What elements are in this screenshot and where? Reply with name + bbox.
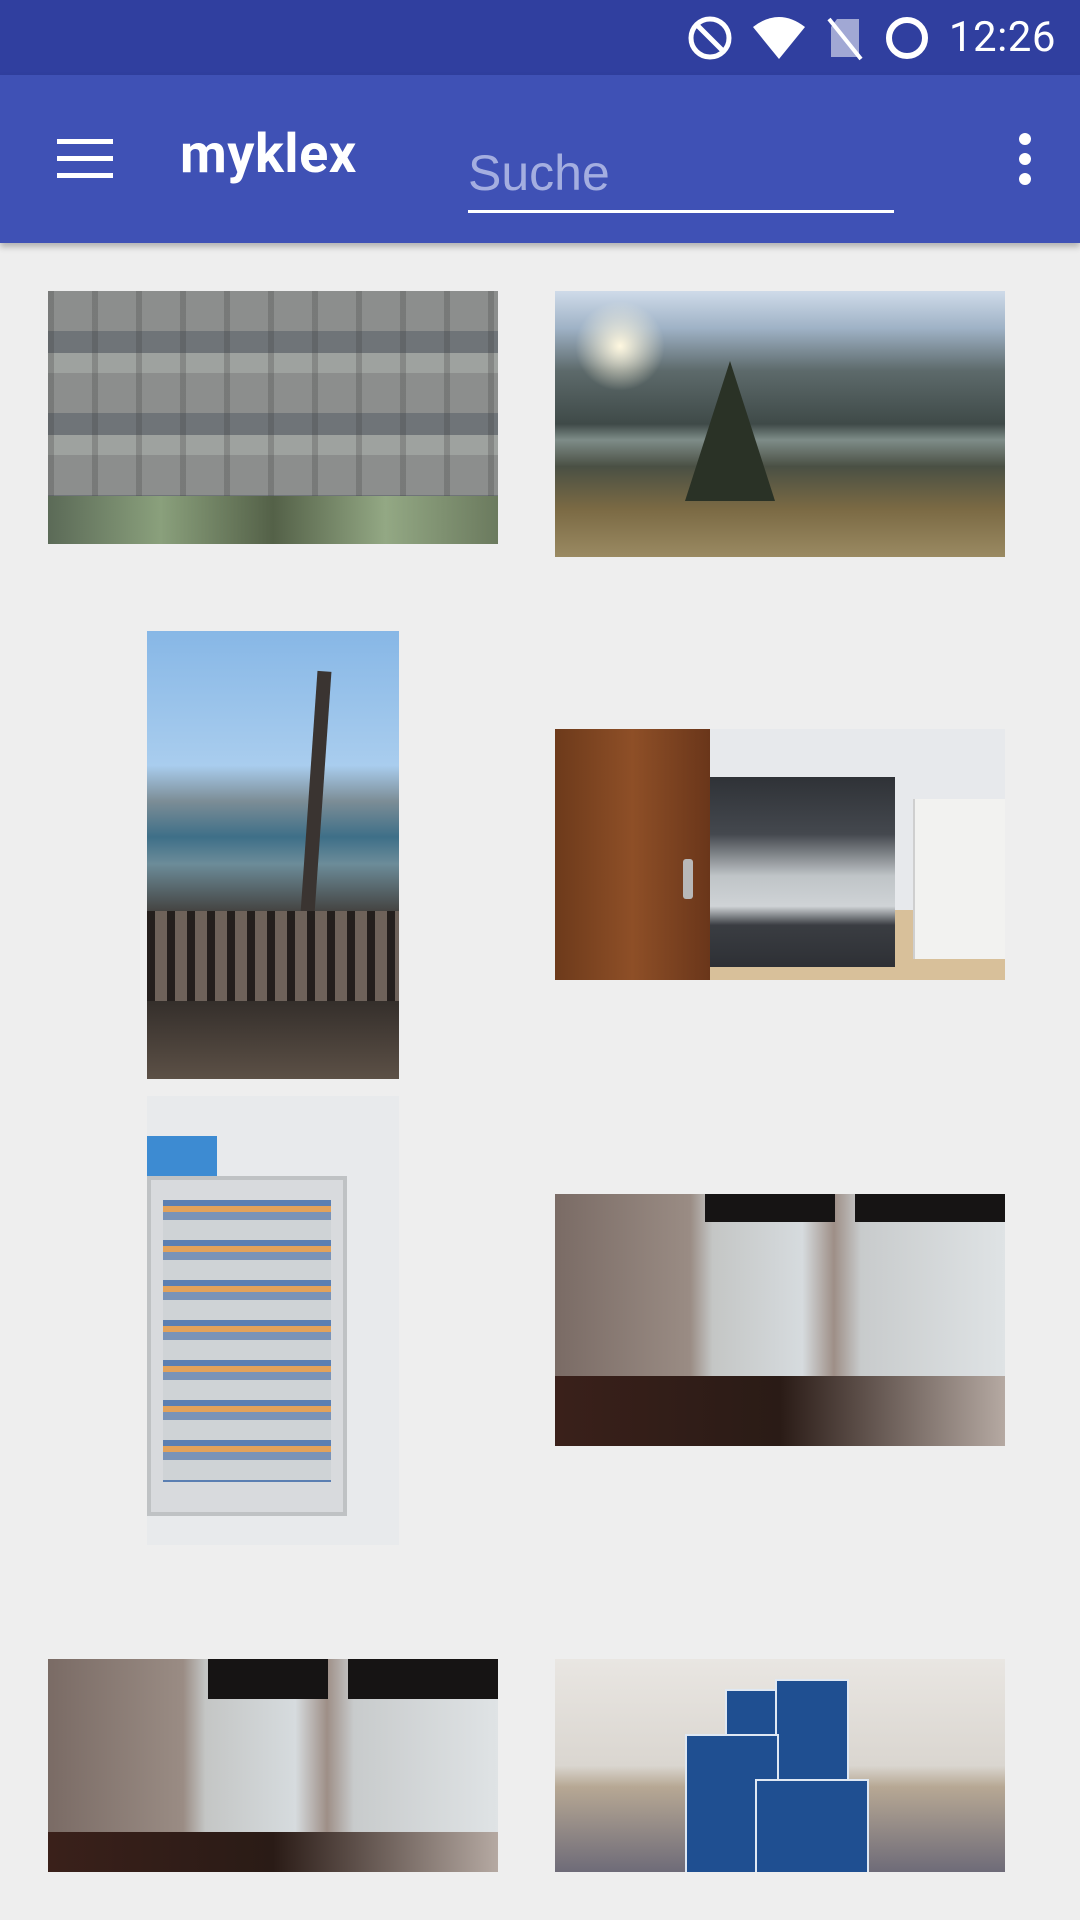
app-title: myklex [180,123,357,186]
photo-detail [685,361,775,501]
photo-thumbnail-printer[interactable] [555,729,1005,980]
status-icons: 12:26 [687,0,1056,75]
search-input[interactable] [468,135,894,213]
photo-detail [710,777,895,967]
photo-detail [683,859,693,899]
wifi-icon [752,16,805,59]
app-toolbar: myklex [0,75,1080,243]
photo-detail [855,1194,1005,1222]
photo-detail [147,1176,347,1516]
hamburger-menu-icon [57,139,113,178]
photo-detail [705,1194,835,1222]
photo-detail [147,911,399,1001]
photo-thumbnail-building-facade[interactable] [48,291,498,544]
status-bar: 12:26 [0,0,1080,75]
more-vertical-icon [1019,133,1031,185]
photo-thumbnail-lake-pier[interactable] [147,631,399,1079]
status-time: 12:26 [948,13,1056,62]
photo-thumbnail-boxes-on-desk[interactable] [555,1659,1005,1872]
photo-detail [348,1659,498,1699]
photo-detail [755,1779,869,1872]
photo-detail [913,799,1005,959]
photo-thumbnail-office-windows[interactable] [555,1194,1005,1446]
photo-thumbnail-network-cabinet[interactable] [147,1096,399,1545]
search-box [468,135,894,219]
menu-button[interactable] [40,119,130,199]
no-sim-icon [827,17,863,60]
photo-detail [575,301,665,391]
photo-detail [555,729,710,980]
sync-icon [885,16,928,59]
do-not-disturb-icon [688,16,732,59]
photo-detail [48,1832,498,1872]
photo-detail [208,1659,328,1699]
photo-detail [555,1376,1005,1446]
photo-thumbnail-mountain-lake[interactable] [555,291,1005,557]
photo-detail [48,496,498,544]
photo-thumbnail-office-windows-2[interactable] [48,1659,498,1872]
overflow-menu-button[interactable] [990,119,1060,199]
